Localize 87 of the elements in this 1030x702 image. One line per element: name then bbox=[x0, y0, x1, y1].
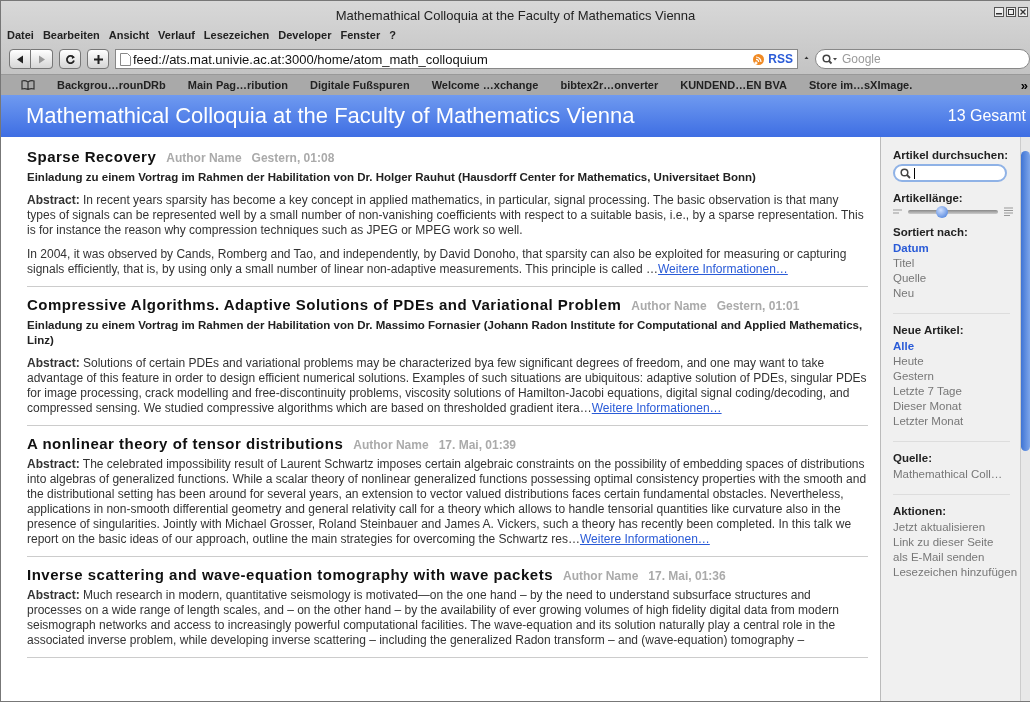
menu-item[interactable]: Datei bbox=[7, 29, 34, 41]
slider-thumb[interactable] bbox=[936, 205, 949, 218]
filter-option[interactable]: Heute bbox=[893, 354, 1020, 369]
minimize-icon[interactable] bbox=[994, 7, 1004, 17]
sort-option[interactable]: Neu bbox=[893, 286, 1020, 301]
section-heading: Neue Artikel: bbox=[893, 324, 965, 336]
search-icon bbox=[822, 54, 838, 65]
article-date: Gestern, 01:08 bbox=[251, 151, 335, 165]
menu-item[interactable]: Verlauf bbox=[158, 29, 195, 41]
article-author: Author Name bbox=[166, 151, 242, 165]
more-info-link[interactable]: Weitere Informationen… bbox=[658, 262, 788, 276]
action-link[interactable]: als E-Mail senden bbox=[893, 550, 1020, 565]
menu-item[interactable]: Fenster bbox=[340, 29, 381, 41]
scroll-thumb[interactable] bbox=[1021, 151, 1030, 451]
article-paragraph: Abstract: The celebrated impossibility result of Laurent Schwartz imposes certain algebraic constraints on the possibility of embedding spaces of distributions into algebras of generalized functions. While a scalar theory of nonlinear generalized functions possessing optimal consistency properties with the smooth and the distributional setting has been around for several years, an extension to vector valued distributions faces certain fundamental obstacles. Nevertheless, applications in non-smooth differential geometry and general relativity call for a theory which allows to handle tensorial quantities like curvature also in the presence of singularities. Jointly with Michael Grosser, Roland Steinbauer and James A. Vickers, such a theory has recently been completed. In this talk we report on the basic ideas of our approach, outline the main strategies for overcoming the Schwartz res…Weitere Informationen… bbox=[27, 457, 868, 547]
reload-icon bbox=[64, 53, 76, 65]
article-author: Author Name bbox=[353, 438, 429, 452]
sort-option[interactable]: Titel bbox=[893, 256, 1020, 271]
source-name[interactable]: Mathemathical Coll… bbox=[893, 467, 1020, 482]
page-icon bbox=[120, 52, 131, 66]
action-link[interactable]: Lesezeichen hinzufügen bbox=[893, 565, 1020, 580]
filter-option[interactable]: Letzter Monat bbox=[893, 414, 1020, 429]
section-heading: Sortiert nach: bbox=[893, 226, 969, 238]
article-date: Gestern, 01:01 bbox=[716, 299, 800, 313]
article-title[interactable]: Sparse Recovery bbox=[27, 148, 157, 165]
address-field[interactable]: feed://ats.mat.univie.ac.at:3000/home/atom_math_colloquium RSS bbox=[115, 49, 798, 69]
close-icon[interactable] bbox=[1018, 7, 1028, 17]
section-heading: Artikel durchsuchen: bbox=[893, 149, 1010, 161]
bookmark-item[interactable]: Digitale Fußspuren bbox=[310, 79, 410, 91]
more-bookmarks-button[interactable]: » bbox=[1020, 77, 1028, 93]
short-text-icon bbox=[893, 209, 902, 214]
menu-item[interactable]: Lesezeichen bbox=[203, 29, 270, 41]
menu-item[interactable]: ? bbox=[389, 29, 396, 41]
back-button[interactable] bbox=[9, 49, 31, 69]
article-title[interactable]: Inverse scattering and wave-equation tomography with wave packets bbox=[27, 566, 553, 583]
book-icon[interactable] bbox=[21, 80, 35, 90]
article-subtitle: Einladung zu einem Vortrag im Rahmen der Habilitation von Dr. Massimo Fornasier (Johann Radon Institute for Computational and Applied Mathematics, Linz) bbox=[27, 318, 864, 348]
rss-button[interactable]: RSS bbox=[753, 52, 793, 66]
section-heading: Artikellänge: bbox=[893, 192, 964, 204]
article-date: 17. Mai, 01:36 bbox=[648, 569, 726, 583]
more-info-link[interactable]: Weitere Informationen… bbox=[591, 401, 722, 415]
article-paragraph: Abstract: Much research in modern, quantitative seismology is motivated—on the one hand – by the need to understand subsurface structures and processes on a wide range of length scales, and – on the other hand – by the availability of ever growing volumes of high fidelity digital data from modern seismograph networks and access to increasingly powerful computational facilities. The wave-equation and its solution naturally play a central role in the associated inverse problem, while developing inverse scattering – including the generalized Radon transform – and (wave-equation) tomography – bbox=[27, 588, 840, 648]
bookmark-item[interactable]: Backgrou…rounDRb bbox=[57, 79, 166, 91]
article-subtitle: Einladung zu einem Vortrag im Rahmen der Habilitation von Dr. Holger Rauhut (Hausdorff Center for Mathematics, Universitaet Bonn) bbox=[27, 170, 757, 185]
filter-option[interactable]: Letzte 7 Tage bbox=[893, 384, 1020, 399]
more-info-link[interactable]: Weitere Informationen… bbox=[579, 532, 710, 546]
article-paragraph: In 2004, it was observed by Cands, Romberg and Tao, and independently, by David Donoho, that sparsity can also be exploited for measuring or capturing signals efficiently, that is, by using only a small number of linear non-adaptive measurements. This principle is called …Weitere Informationen… bbox=[27, 247, 848, 277]
feed-icon bbox=[753, 53, 765, 65]
reload-button[interactable] bbox=[59, 49, 81, 69]
sort-option[interactable]: Datum bbox=[893, 241, 1020, 256]
article-title[interactable]: Compressive Algorithms. Adaptive Solutions of PDEs and Variational Problem bbox=[27, 296, 622, 313]
bookmark-item[interactable]: Welcome …xchange bbox=[431, 79, 539, 91]
article-author: Author Name bbox=[631, 299, 707, 313]
menu-item[interactable]: Bearbeiten bbox=[42, 29, 100, 41]
menu-item[interactable]: Developer bbox=[278, 29, 332, 41]
search-icon bbox=[900, 167, 911, 179]
filter-option[interactable]: Alle bbox=[893, 339, 1020, 354]
sort-option[interactable]: Quelle bbox=[893, 271, 1020, 286]
search-field[interactable]: Google bbox=[815, 49, 1030, 69]
window-title: Mathemathical Colloquia at the Faculty of Mathematics Vienna bbox=[335, 7, 696, 23]
plus-icon bbox=[92, 53, 104, 65]
filter-option[interactable]: Dieser Monat bbox=[893, 399, 1020, 414]
forward-button[interactable] bbox=[31, 49, 53, 69]
back-icon bbox=[16, 54, 24, 64]
page-title: Mathemathical Colloquia at the Faculty of Mathematics Vienna bbox=[26, 103, 635, 129]
article-paragraph: Abstract: In recent years sparsity has become a key concept in applied mathematics, in particular, signal processing. The basic observation is that many types of signals can be represented well by a small number of non-vanishing coefficients with respect to a suitable basis, i.e., by a sparse representation. This is for instance the reason why compression techniques such as JPEG or MPEG work so well. bbox=[27, 193, 865, 238]
article-search-field[interactable] bbox=[893, 164, 1007, 182]
add-button[interactable] bbox=[87, 49, 109, 69]
article-title[interactable]: A nonlinear theory of tensor distributions bbox=[27, 435, 344, 452]
long-text-icon bbox=[1004, 207, 1013, 216]
article-count: 13 Gesamt bbox=[947, 107, 1026, 125]
filter-option[interactable]: Gestern bbox=[893, 369, 1020, 384]
section-heading: Quelle: bbox=[893, 452, 933, 464]
bookmark-item[interactable]: Store im…sXImage. bbox=[809, 79, 913, 91]
bookmark-item[interactable]: Main Pag…ribution bbox=[187, 79, 288, 91]
action-link[interactable]: Link zu dieser Seite bbox=[893, 535, 1020, 550]
section-heading: Aktionen: bbox=[893, 505, 948, 517]
action-link[interactable]: Jetzt aktualisieren bbox=[893, 520, 1020, 535]
menu-item[interactable]: Ansicht bbox=[108, 29, 150, 41]
bookmark-item[interactable]: KUNDEND…EN BVA bbox=[680, 79, 787, 91]
article-author: Author Name bbox=[563, 569, 639, 583]
forward-icon bbox=[37, 54, 46, 64]
scrollbar[interactable] bbox=[1020, 137, 1030, 701]
maximize-icon[interactable] bbox=[1006, 7, 1016, 17]
article-date: 17. Mai, 01:39 bbox=[438, 438, 517, 452]
bookmark-item[interactable]: bibtex2r…onverter bbox=[560, 79, 659, 91]
article-paragraph: Abstract: Solutions of certain PDEs and variational problems may be characterized bya few significant degrees of freedom, and one may want to take advantage of this feature in order to design efficient numerical solutions. Examples of such situations are ubiquitous: adaptive solution of PDEs, singular PDEs for image processing, crack modelling and free-discontinuity problems, viscosity solutions of Hamilton-Jacobi equations, digital signal coding/decoding, and compressed sensing. We studied compressive algorithms which are based on thresholded gradient itera…Weitere Informationen… bbox=[27, 356, 868, 416]
